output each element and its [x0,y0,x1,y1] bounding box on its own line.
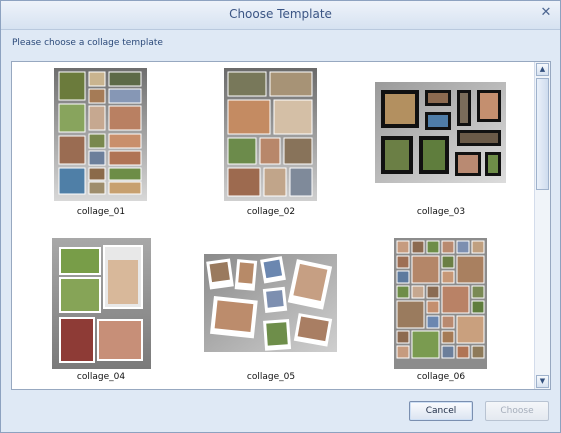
close-icon[interactable]: ✕ [538,5,554,21]
template-item-collage-05[interactable]: collage_05 [182,232,352,389]
template-item-collage-02[interactable]: collage_02 [182,62,352,227]
template-item-collage-03[interactable]: collage_03 [352,62,522,227]
template-item-collage-01[interactable]: collage_01 [12,62,182,227]
choose-button[interactable]: Choose [485,401,549,421]
collage-03-thumbnail [375,82,506,183]
template-caption: collage_05 [246,372,296,382]
vertical-scrollbar[interactable]: ▲ ▼ [534,62,550,389]
collage-06-thumbnail [394,238,487,369]
template-caption: collage_06 [416,372,466,382]
title-bar[interactable]: Choose Template ✕ [1,1,560,30]
choose-template-dialog: Choose Template ✕ Please choose a collag… [0,0,561,433]
template-caption: collage_02 [246,207,296,217]
cancel-button[interactable]: Cancel [409,401,473,421]
collage-04-thumbnail [52,238,151,369]
template-list: collage_01 collage_02 collage_03 collage… [11,61,551,390]
template-grid: collage_01 collage_02 collage_03 collage… [12,62,534,389]
dialog-title: Choose Template [229,7,332,21]
prompt-label: Please choose a collage template [12,38,163,48]
chevron-up-icon[interactable]: ▲ [536,63,549,76]
collage-05-thumbnail [204,254,337,352]
template-item-collage-06[interactable]: collage_06 [352,232,522,389]
scrollbar-thumb[interactable] [536,78,549,190]
template-caption: collage_03 [416,207,466,217]
template-item-collage-04[interactable]: collage_04 [12,232,182,389]
chevron-down-icon[interactable]: ▼ [536,375,549,388]
collage-01-thumbnail [54,68,147,201]
template-caption: collage_01 [76,207,126,217]
collage-02-thumbnail [224,68,317,201]
template-caption: collage_04 [76,372,126,382]
